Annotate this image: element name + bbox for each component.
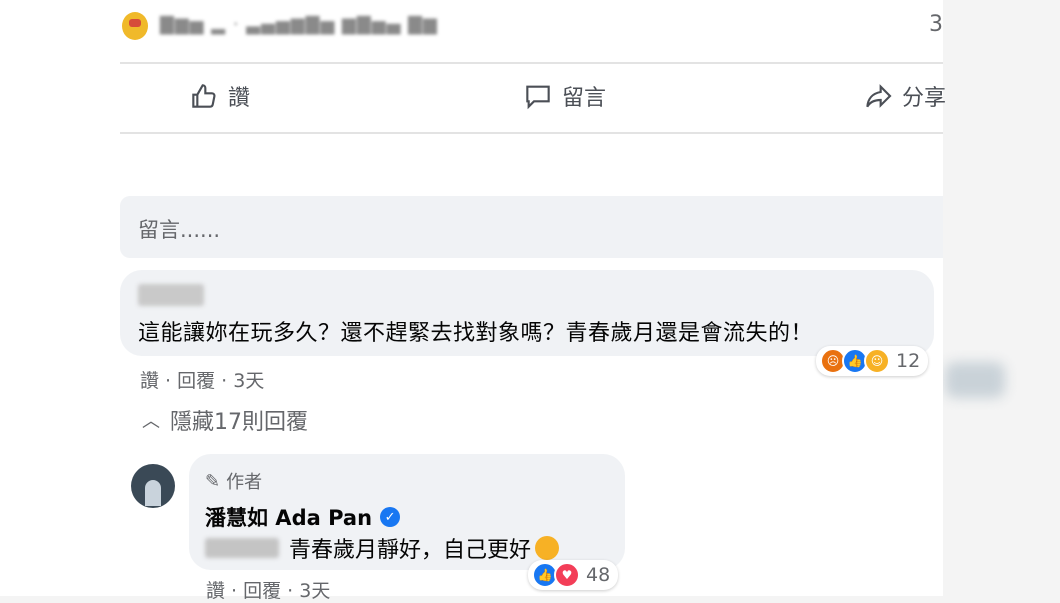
- post-count: 3: [929, 12, 943, 37]
- post-header: ▇▆▅ ▂ · ▃▄▅▆▇▅ ▆▇▅▄ ▇▆ 3: [120, 0, 943, 62]
- divider: [120, 132, 943, 134]
- hide-replies-button[interactable]: ︿ 隱藏17則回覆: [142, 404, 308, 436]
- love-reaction-icon: ♥: [554, 562, 580, 588]
- reply-text: 青春歲月靜好，自己更好: [289, 538, 532, 563]
- reply-bubble: ✎ 作者 潘慧如 Ada Pan ✓ 青春歲月靜好，自己更好: [189, 454, 625, 570]
- share-icon: [866, 84, 892, 108]
- author-badge: ✎ 作者: [205, 468, 262, 494]
- reply-reactions[interactable]: 👍 ♥ 48: [528, 560, 619, 590]
- share-button[interactable]: 分享: [862, 80, 946, 112]
- reaction-count: 48: [586, 564, 611, 586]
- background-blur-right: [945, 362, 1005, 398]
- blurred-mention[interactable]: [205, 538, 279, 558]
- reaction-emoji-icon: [122, 12, 148, 40]
- avatar[interactable]: [131, 464, 175, 508]
- post-card: ▇▆▅ ▂ · ▃▄▅▆▇▅ ▆▇▅▄ ▇▆ 3 讚 留言 分享 留言.....…: [0, 0, 946, 602]
- chevron-up-icon: ︿: [142, 411, 160, 432]
- comment-bubble: 這能讓妳在玩多久？還不趕緊去找對象嗎？青春歲月還是會流失的！: [120, 270, 934, 356]
- pencil-icon: ✎: [205, 470, 221, 492]
- author-tag-label: 作者: [226, 472, 263, 493]
- comment-label: 留言: [562, 86, 607, 111]
- comment-input-placeholder: 留言......: [138, 218, 221, 242]
- author-name-text: 潘慧如 Ada Pan: [205, 506, 373, 530]
- share-label: 分享: [902, 86, 947, 111]
- comment-text: 這能讓妳在玩多久？還不趕緊去找對象嗎？青春歲月還是會流失的！: [138, 321, 814, 346]
- blurred-commenter-name[interactable]: [138, 284, 204, 306]
- hide-replies-label: 隱藏17則回覆: [170, 410, 308, 435]
- comment-meta[interactable]: 讚 · 回覆 · 3天: [140, 366, 264, 393]
- comment-icon: [526, 85, 550, 110]
- reply-text-row: 青春歲月靜好，自己更好: [205, 532, 560, 564]
- author-name[interactable]: 潘慧如 Ada Pan ✓: [205, 502, 401, 532]
- reaction-count: 12: [896, 350, 921, 372]
- reply-meta[interactable]: 讚 · 回覆 · 3天: [206, 576, 330, 603]
- comment-reactions[interactable]: ☹ 👍 ☺ 12: [816, 346, 929, 376]
- thumbs-up-icon: [192, 84, 216, 108]
- like-button[interactable]: 讚: [188, 80, 250, 112]
- blurred-poster-text: ▇▆▅ ▂ · ▃▄▅▆▇▅ ▆▇▅▄ ▇▆: [160, 14, 438, 35]
- comment-input[interactable]: 留言......: [120, 196, 943, 258]
- haha-reaction-icon: ☺: [864, 348, 890, 374]
- verified-icon: ✓: [380, 507, 401, 527]
- comment-button[interactable]: 留言: [522, 80, 606, 112]
- like-label: 讚: [228, 86, 251, 111]
- smile-emoji-icon: [535, 536, 560, 560]
- post-actions: 讚 留言 分享: [120, 64, 946, 132]
